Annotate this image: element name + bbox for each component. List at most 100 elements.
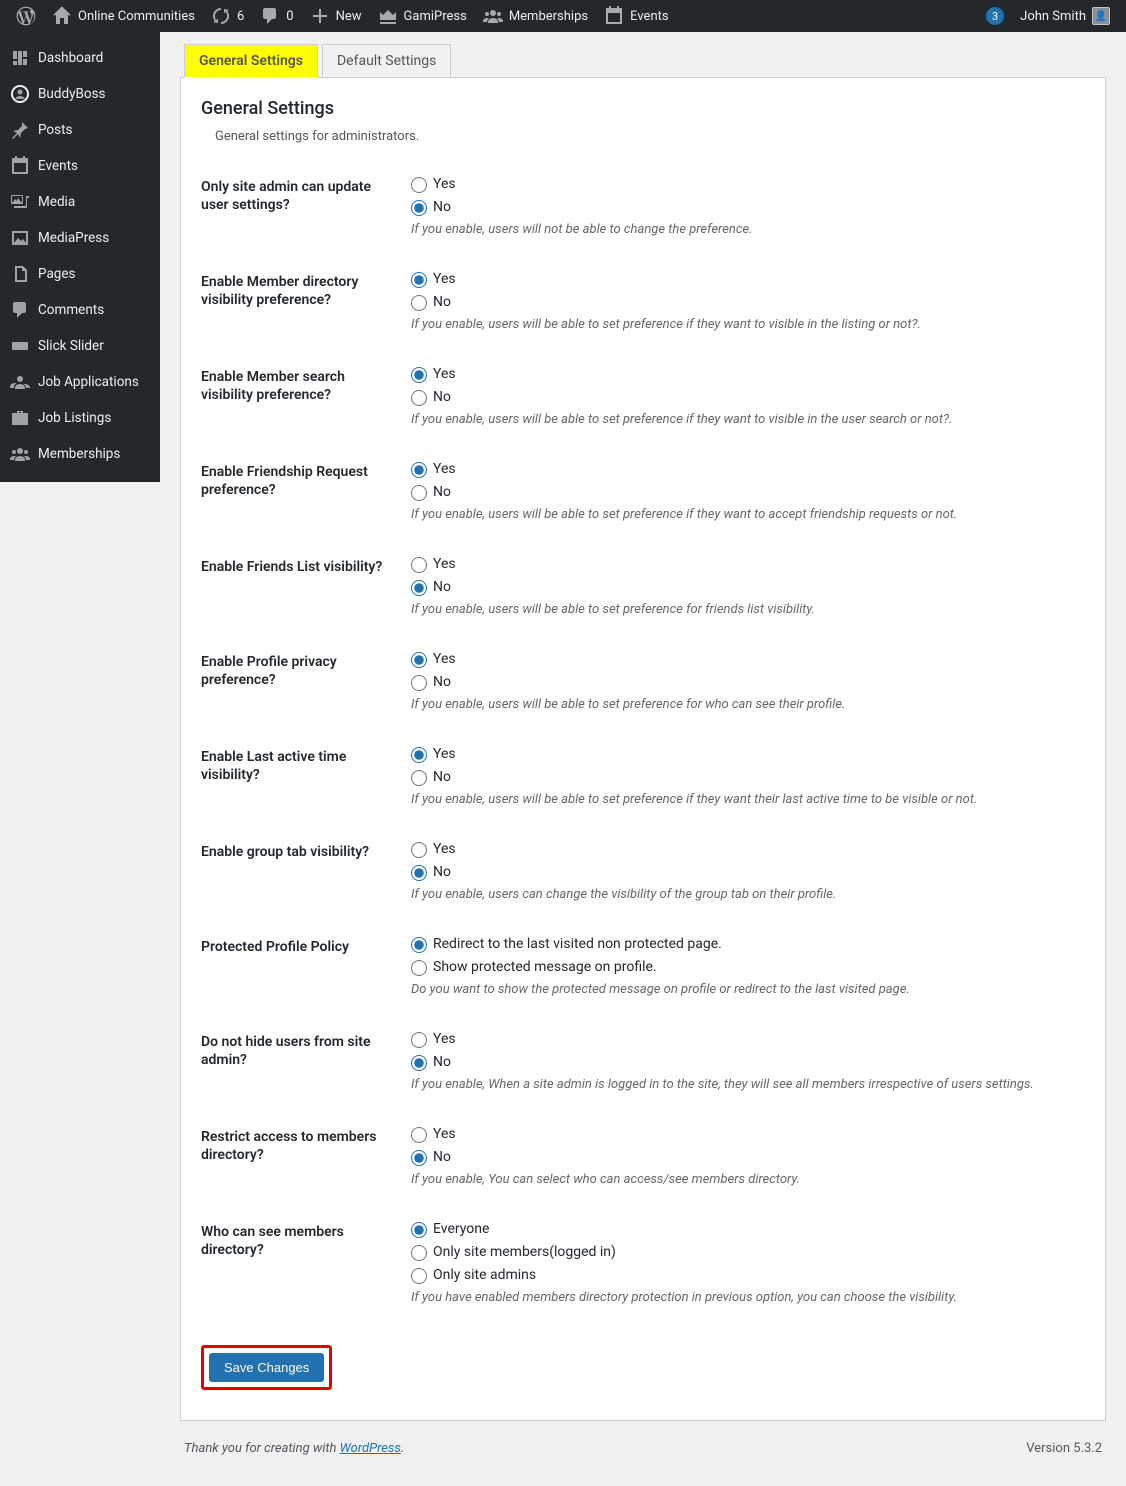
row-label: Restrict access to members directory? [201, 1108, 401, 1203]
memberships-link[interactable]: Memberships [475, 0, 596, 32]
radio-input[interactable] [411, 865, 427, 881]
radio-input[interactable] [411, 937, 427, 953]
row-help: Do you want to show the protected messag… [411, 982, 1075, 997]
radio-input[interactable] [411, 177, 427, 193]
save-button[interactable]: Save Changes [209, 1353, 324, 1382]
sidebar-item-label: Media [38, 194, 75, 210]
radio-everyone[interactable]: Everyone [411, 1219, 1075, 1240]
row-group-tab: Enable group tab visibility? Yes No If y… [201, 823, 1085, 918]
radio-no[interactable]: No [411, 292, 1075, 313]
row-help: If you enable, You can select who can ac… [411, 1172, 1075, 1187]
radio-yes[interactable]: Yes [411, 1029, 1075, 1050]
sidebar-item-media[interactable]: Media [0, 184, 160, 220]
tab-general[interactable]: General Settings [184, 44, 318, 78]
sidebar-item-label: Job Listings [38, 410, 111, 426]
sidebar-item-joblist[interactable]: Job Listings [0, 400, 160, 436]
row-label: Only site admin can update user settings… [201, 158, 401, 253]
sidebar-item-dashboard[interactable]: Dashboard [0, 40, 160, 76]
radio-input[interactable] [411, 770, 427, 786]
radio-input[interactable] [411, 842, 427, 858]
notifications[interactable]: 3 [978, 0, 1012, 32]
sidebar-item-resumes[interactable]: Resumes [0, 472, 160, 482]
radio-members[interactable]: Only site members(logged in) [411, 1242, 1075, 1263]
sidebar-item-slick[interactable]: Slick Slider [0, 328, 160, 364]
radio-input[interactable] [411, 960, 427, 976]
sidebar-item-events[interactable]: Events [0, 148, 160, 184]
radio-yes[interactable]: Yes [411, 269, 1075, 290]
sidebar-item-mediapress[interactable]: MediaPress [0, 220, 160, 256]
admin-sidebar: Dashboard BuddyBoss Posts Events Media M… [0, 32, 160, 482]
radio-no[interactable]: No [411, 767, 1075, 788]
site-name-text: Online Communities [78, 9, 195, 24]
radio-show[interactable]: Show protected message on profile. [411, 957, 1075, 978]
row-help: If you enable, users will be able to set… [411, 792, 1075, 807]
radio-yes[interactable]: Yes [411, 174, 1075, 195]
sidebar-item-comments[interactable]: Comments [0, 292, 160, 328]
radio-no[interactable]: No [411, 387, 1075, 408]
radio-no[interactable]: No [411, 577, 1075, 598]
sidebar-item-memberships[interactable]: Memberships [0, 436, 160, 472]
row-label: Do not hide users from site admin? [201, 1013, 401, 1108]
radio-yes[interactable]: Yes [411, 554, 1075, 575]
buddyboss-icon [10, 84, 30, 104]
radio-input[interactable] [411, 557, 427, 573]
gamipress-link[interactable]: GamiPress [370, 0, 475, 32]
sidebar-item-label: Dashboard [38, 50, 103, 66]
sidebar-item-label: Posts [38, 122, 72, 138]
sidebar-item-jobapps[interactable]: Job Applications [0, 364, 160, 400]
radio-input[interactable] [411, 295, 427, 311]
radio-input[interactable] [411, 1222, 427, 1238]
radio-input[interactable] [411, 272, 427, 288]
radio-input[interactable] [411, 1150, 427, 1166]
row-hide-admin: Do not hide users from site admin? Yes N… [201, 1013, 1085, 1108]
radio-input[interactable] [411, 580, 427, 596]
radio-input[interactable] [411, 200, 427, 216]
radio-input[interactable] [411, 1127, 427, 1143]
admin-bar: Online Communities 6 0 New GamiPress Mem… [0, 0, 1126, 32]
radio-input[interactable] [411, 485, 427, 501]
radio-input[interactable] [411, 675, 427, 691]
radio-no[interactable]: No [411, 1052, 1075, 1073]
radio-input[interactable] [411, 1268, 427, 1284]
radio-input[interactable] [411, 462, 427, 478]
site-name-link[interactable]: Online Communities [44, 0, 203, 32]
pin-icon [10, 120, 30, 140]
radio-yes[interactable]: Yes [411, 1124, 1075, 1145]
radio-input[interactable] [411, 652, 427, 668]
radio-redirect[interactable]: Redirect to the last visited non protect… [411, 934, 1075, 955]
new-link[interactable]: New [302, 0, 370, 32]
radio-no[interactable]: No [411, 1147, 1075, 1168]
row-label: Enable Friends List visibility? [201, 538, 401, 633]
radio-no[interactable]: No [411, 482, 1075, 503]
radio-yes[interactable]: Yes [411, 459, 1075, 480]
radio-input[interactable] [411, 367, 427, 383]
radio-input[interactable] [411, 747, 427, 763]
row-label: Enable Friendship Request preference? [201, 443, 401, 538]
radio-yes[interactable]: Yes [411, 649, 1075, 670]
sidebar-item-buddyboss[interactable]: BuddyBoss [0, 76, 160, 112]
radio-no[interactable]: No [411, 672, 1075, 693]
events-link[interactable]: Events [596, 0, 676, 32]
tab-default[interactable]: Default Settings [322, 44, 451, 78]
radio-yes[interactable]: Yes [411, 744, 1075, 765]
wp-logo[interactable] [8, 0, 44, 32]
sidebar-item-posts[interactable]: Posts [0, 112, 160, 148]
radio-input[interactable] [411, 390, 427, 406]
radio-input[interactable] [411, 1055, 427, 1071]
updates-link[interactable]: 6 [203, 0, 252, 32]
document-icon [10, 480, 30, 482]
main-content: General Settings Default Settings Genera… [160, 32, 1126, 1486]
radio-input[interactable] [411, 1245, 427, 1261]
radio-no[interactable]: No [411, 862, 1075, 883]
radio-input[interactable] [411, 1032, 427, 1048]
comments-link[interactable]: 0 [252, 0, 301, 32]
user-menu[interactable]: John Smith 👤 [1012, 0, 1118, 32]
tabs: General Settings Default Settings [180, 44, 1106, 78]
radio-no[interactable]: No [411, 197, 1075, 218]
wordpress-link[interactable]: WordPress [340, 1441, 401, 1456]
radio-yes[interactable]: Yes [411, 364, 1075, 385]
radio-yes[interactable]: Yes [411, 839, 1075, 860]
updates-count: 6 [237, 9, 244, 24]
sidebar-item-pages[interactable]: Pages [0, 256, 160, 292]
radio-admins[interactable]: Only site admins [411, 1265, 1075, 1286]
